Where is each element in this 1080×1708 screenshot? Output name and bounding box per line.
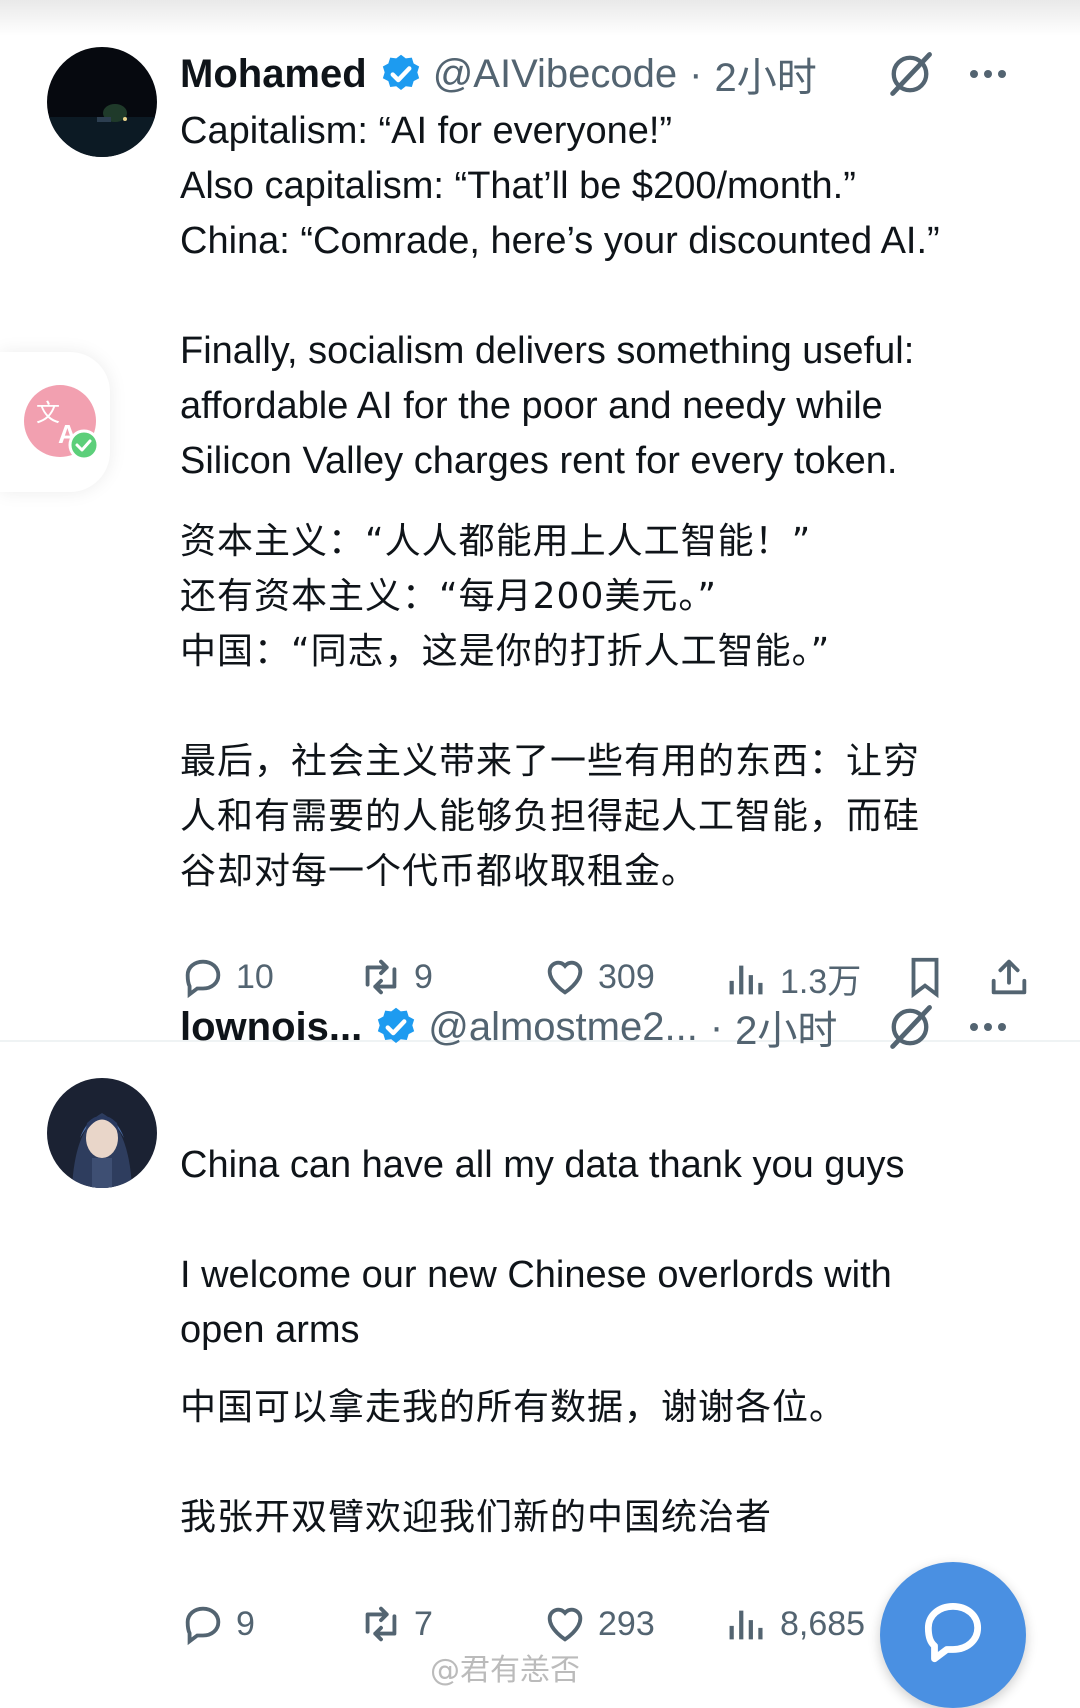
text-line: Capitalism: “AI for everyone!” bbox=[180, 110, 673, 152]
like-count: 293 bbox=[598, 1604, 655, 1643]
reply-count: 10 bbox=[236, 957, 274, 996]
text-line: Also capitalism: “That’ll be $200/month.… bbox=[180, 165, 856, 207]
repost-button[interactable]: 7 bbox=[358, 1601, 433, 1647]
repost-button[interactable]: 9 bbox=[358, 954, 433, 1000]
text-line: 中国可以拿走我的所有数据，谢谢各位。 bbox=[180, 1387, 847, 1428]
author-name[interactable]: Mohamed bbox=[180, 52, 367, 97]
translate-icon: 文 A bbox=[24, 385, 100, 461]
separator-dot: · bbox=[709, 1004, 724, 1049]
translate-button[interactable]: 文 A bbox=[0, 352, 110, 492]
text-line: China: “Comrade, here’s your discounted … bbox=[180, 220, 940, 262]
tweet-text-english: Capitalism: “AI for everyone!” Also capi… bbox=[180, 104, 1040, 489]
text-line: 最后，社会主义带来了一些有用的东西：让穷 bbox=[180, 741, 921, 782]
text-line: 人和有需要的人能够负担得起人工智能，而硅 bbox=[180, 796, 921, 837]
like-icon bbox=[547, 960, 583, 995]
svg-text:文: 文 bbox=[36, 399, 60, 427]
author-handle[interactable]: @almostme2... bbox=[428, 1005, 698, 1050]
like-icon bbox=[547, 1607, 583, 1642]
avatar-image bbox=[47, 1078, 157, 1188]
text-line: 资本主义：“人人都能用上人工智能！” bbox=[180, 521, 812, 562]
tweet-header: lownois... @almostme2... · 2小时 bbox=[180, 1001, 1050, 1053]
avatar-image bbox=[47, 47, 157, 157]
tweet-text-translation: 资本主义：“人人都能用上人工智能！” 还有资本主义：“每月200美元。” 中国：… bbox=[180, 514, 1040, 899]
more-icon[interactable] bbox=[966, 52, 1010, 96]
tweet-header: Mohamed @AIVibecode · 2小时 bbox=[180, 48, 1050, 100]
views-count: 1.3万 bbox=[780, 963, 862, 1001]
reply-button[interactable]: 9 bbox=[180, 1601, 255, 1647]
timestamp[interactable]: 2小时 bbox=[735, 998, 837, 1056]
views-button[interactable]: 8,685 bbox=[724, 1601, 865, 1647]
reply-button[interactable]: 10 bbox=[180, 954, 274, 1000]
text-line: China can have all my data thank you guy… bbox=[180, 1144, 905, 1186]
views-icon bbox=[729, 965, 763, 994]
verified-badge-icon bbox=[382, 54, 419, 90]
views-count: 8,685 bbox=[780, 1604, 866, 1643]
author-handle[interactable]: @AIVibecode bbox=[433, 52, 677, 97]
share-button[interactable] bbox=[986, 954, 1032, 1000]
text-line: I welcome our new Chinese overlords with bbox=[180, 1254, 892, 1296]
avatar[interactable] bbox=[47, 1078, 157, 1188]
like-button[interactable]: 293 bbox=[542, 1601, 655, 1647]
repost-count: 9 bbox=[414, 957, 433, 996]
reply-icon bbox=[185, 959, 221, 999]
reply-count: 9 bbox=[236, 1604, 255, 1643]
text-line: 中国：“同志，这是你的打折人工智能。” bbox=[180, 631, 831, 672]
avatar[interactable] bbox=[47, 47, 157, 157]
like-button[interactable]: 309 bbox=[542, 954, 655, 1000]
text-line: 还有资本主义：“每月200美元。” bbox=[180, 576, 718, 617]
views-button[interactable]: 1.3万 bbox=[724, 954, 861, 1003]
separator-dot: · bbox=[689, 51, 703, 96]
repost-count: 7 bbox=[414, 1604, 433, 1643]
tweet-text-english: China can have all my data thank you guy… bbox=[180, 1138, 1040, 1358]
tweet-1[interactable]: Mohamed @AIVibecode · 2小时 Capitalism: “A… bbox=[0, 0, 1080, 1042]
compose-message-icon bbox=[924, 1602, 982, 1663]
timestamp[interactable]: 2小时 bbox=[715, 45, 817, 103]
tweet-text-translation: 中国可以拿走我的所有数据，谢谢各位。 我张开双臂欢迎我们新的中国统治者 bbox=[180, 1380, 1040, 1545]
repost-icon bbox=[365, 1606, 397, 1642]
grok-icon[interactable] bbox=[884, 1001, 936, 1053]
like-count: 309 bbox=[598, 957, 655, 996]
bookmark-button[interactable] bbox=[902, 954, 948, 1000]
text-line: affordable AI for the poor and needy whi… bbox=[180, 385, 883, 427]
repost-icon bbox=[365, 959, 397, 995]
author-name[interactable]: lownois... bbox=[180, 1005, 362, 1050]
text-line: 我张开双臂欢迎我们新的中国统治者 bbox=[180, 1497, 773, 1538]
text-line: Silicon Valley charges rent for every to… bbox=[180, 440, 898, 482]
compose-message-button[interactable] bbox=[880, 1562, 1026, 1708]
reply-icon bbox=[185, 1606, 221, 1646]
text-line: Finally, socialism delivers something us… bbox=[180, 330, 915, 372]
grok-icon[interactable] bbox=[884, 48, 936, 100]
verified-badge-icon bbox=[378, 1007, 415, 1043]
watermark: @君有恙否 bbox=[430, 1653, 580, 1688]
more-icon[interactable] bbox=[966, 1005, 1010, 1049]
views-icon bbox=[729, 1610, 763, 1640]
share-icon bbox=[991, 959, 1027, 995]
text-line: open arms bbox=[180, 1309, 360, 1351]
bookmark-icon bbox=[911, 957, 939, 999]
text-line: 谷却对每一个代币都收取租金。 bbox=[180, 851, 699, 892]
